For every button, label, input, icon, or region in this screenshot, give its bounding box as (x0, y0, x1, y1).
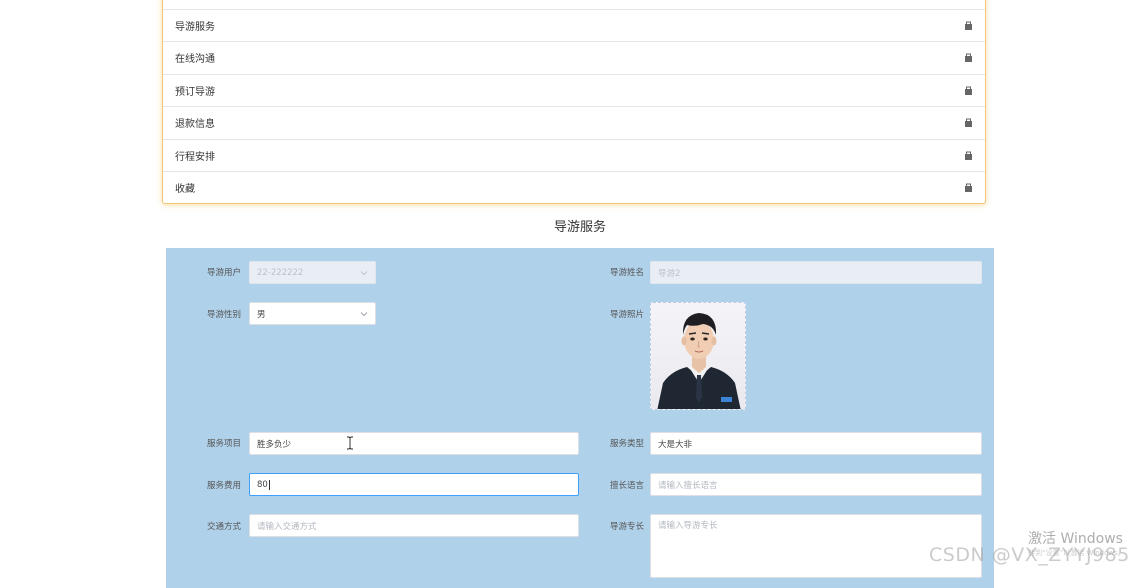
guide-user-value: 22-222222 (257, 267, 304, 278)
service-fee-field[interactable]: 80 (249, 473, 579, 496)
guide-name-label: 导游姓名 (609, 268, 644, 278)
guide-gender-label: 导游性别 (206, 310, 241, 320)
menu-item-refund-info[interactable]: 退款信息 (163, 106, 985, 138)
menu-item-label: 退款信息 (175, 119, 215, 130)
text-caret (268, 479, 270, 490)
section-title: 导游服务 (553, 220, 606, 235)
service-item-value: 胜多负少 (257, 439, 292, 450)
guide-avatar-image (651, 303, 745, 409)
guide-photo-label: 导游照片 (609, 310, 644, 320)
specialty-placeholder: 请输入导游专长 (658, 521, 718, 531)
guide-name-value: 导游2 (658, 268, 681, 279)
chevron-down-icon (360, 311, 368, 316)
bag-icon (965, 86, 972, 95)
guide-gender-value: 男 (257, 309, 266, 320)
service-item-label: 服务项目 (206, 439, 241, 449)
service-type-value: 大是大非 (658, 439, 693, 450)
service-item-field[interactable]: 胜多负少 (249, 432, 579, 455)
language-placeholder: 请输入擅长语言 (658, 480, 718, 491)
service-fee-label: 服务费用 (206, 481, 241, 491)
menu-item-itinerary[interactable]: 行程安排 (163, 139, 985, 171)
menu-item-label: 收藏 (175, 184, 195, 195)
guide-gender-select[interactable]: 男 (249, 302, 376, 325)
menu-item-favorites[interactable]: 收藏 (163, 171, 985, 203)
language-label: 擅长语言 (609, 481, 644, 491)
menu-item-label: 预订导游 (175, 87, 215, 98)
bag-icon (965, 151, 972, 160)
menu-item-label: 行程安排 (175, 152, 215, 163)
csdn-watermark: CSDN @VX_ZYYJ985 (929, 544, 1130, 566)
text-cursor-icon (347, 436, 353, 450)
service-type-label: 服务类型 (609, 439, 644, 449)
transport-placeholder: 请输入交通方式 (257, 521, 317, 532)
menu-item-label: 在线沟通 (175, 54, 215, 65)
menu-item-label: 导游服务 (175, 22, 215, 33)
guide-user-label: 导游用户 (206, 268, 241, 278)
menu-panel: 导游服务 在线沟通 预订导游 退款信息 行程安排 收藏 (162, 0, 986, 204)
transport-label: 交通方式 (206, 522, 241, 532)
language-field[interactable]: 请输入擅长语言 (650, 473, 982, 496)
service-fee-value: 80 (257, 479, 268, 490)
specialty-label: 导游专长 (609, 522, 644, 532)
menu-item-book-guide[interactable]: 预订导游 (163, 74, 985, 106)
bag-icon (965, 53, 972, 62)
bag-icon (965, 183, 972, 192)
menu-item-guide-service[interactable]: 导游服务 (163, 9, 985, 41)
guide-user-select[interactable]: 22-222222 (249, 261, 376, 284)
guide-service-form: 导游用户 22-222222 导游姓名 导游2 导游性别 男 导游照片 服务项目… (166, 248, 994, 588)
bag-icon (965, 118, 972, 127)
menu-item-online-chat[interactable]: 在线沟通 (163, 41, 985, 73)
transport-field[interactable]: 请输入交通方式 (249, 514, 579, 537)
service-type-field[interactable]: 大是大非 (650, 432, 982, 455)
bag-icon (965, 21, 972, 30)
guide-photo-upload[interactable] (650, 302, 746, 410)
guide-name-field[interactable]: 导游2 (650, 261, 982, 284)
chevron-down-icon (360, 270, 368, 275)
